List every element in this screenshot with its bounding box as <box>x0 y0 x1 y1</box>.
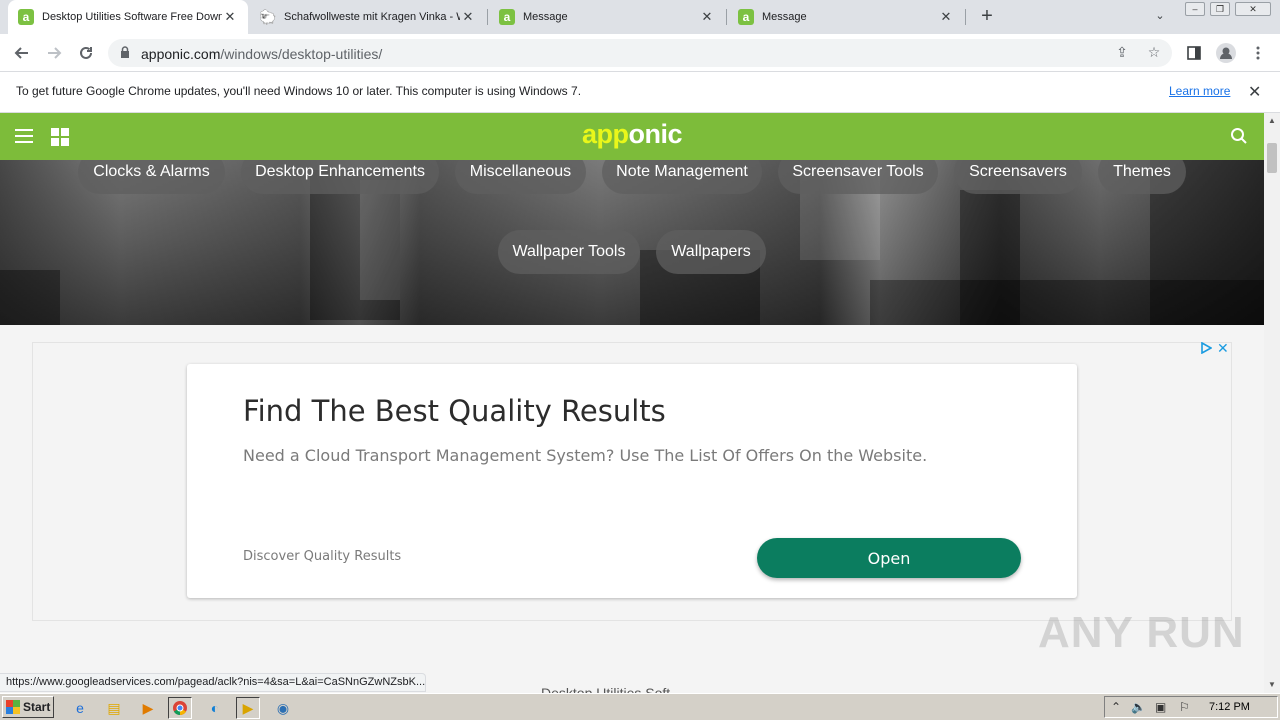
chrome-icon <box>173 701 187 716</box>
side-panel-button[interactable] <box>1182 41 1206 65</box>
anyrun-watermark: ANY RUN <box>1038 608 1245 657</box>
url-path: /windows/desktop-utilities/ <box>220 46 383 62</box>
tab-title: Desktop Utilities Software Free Down <box>42 11 222 23</box>
tab-search-chevron-icon[interactable]: ⌄ <box>1152 9 1168 25</box>
tab-close-icon[interactable]: ✕ <box>460 9 476 25</box>
start-button[interactable]: Start <box>2 696 54 718</box>
tab-close-icon[interactable]: ✕ <box>699 9 715 25</box>
media-taskbar-icon[interactable]: ▶ <box>236 697 260 719</box>
tab-message-2[interactable]: a Message ✕ <box>728 0 964 34</box>
category-pill[interactable]: Miscellaneous <box>455 160 586 194</box>
chrome-taskbar-icon[interactable] <box>168 697 192 719</box>
ad-disclaimer: Discover Quality Results <box>243 549 402 564</box>
learn-more-link[interactable]: Learn more <box>1169 84 1230 98</box>
tab-separator <box>965 9 966 25</box>
browser-toolbar: apponic.com/windows/desktop-utilities/ ⇪… <box>0 34 1280 72</box>
tab-desktop-utilities[interactable]: a Desktop Utilities Software Free Down ✕ <box>8 0 248 34</box>
category-pill[interactable]: Screensaver Tools <box>778 160 938 194</box>
ad-close-icon[interactable]: ✕ <box>1217 340 1229 357</box>
category-pill[interactable]: Screensavers <box>954 160 1082 194</box>
apponic-icon: a <box>499 9 515 25</box>
ad-open-button[interactable]: Open <box>757 538 1021 578</box>
start-label: Start <box>23 700 51 714</box>
logo-part-onic: onic <box>628 119 683 149</box>
forward-arrow-icon <box>48 47 62 59</box>
site-header: apponic <box>0 113 1264 160</box>
category-pill[interactable]: Themes <box>1098 160 1186 194</box>
reload-icon <box>80 46 92 59</box>
scroll-down-arrow-icon[interactable]: ▼ <box>1264 677 1280 693</box>
tab-close-icon[interactable]: ✕ <box>222 9 238 25</box>
infobar-close-icon[interactable]: ✕ <box>1248 82 1261 102</box>
page-scrollbar[interactable]: ▲ ▼ <box>1264 113 1280 693</box>
category-pill[interactable]: Clocks & Alarms <box>78 160 225 194</box>
forward-button[interactable] <box>42 41 66 65</box>
infobar-message: To get future Google Chrome updates, you… <box>16 84 582 98</box>
adchoices-play-icon[interactable] <box>1200 342 1212 354</box>
sheep-icon: 🐑 <box>259 8 277 25</box>
category-hero: Clocks & Alarms Desktop Enhancements Mis… <box>0 160 1264 325</box>
kebab-menu-icon <box>1256 46 1260 60</box>
tab-title: Schafwollweste mit Kragen Vinka - W <box>284 11 460 23</box>
logo-part-app: app <box>581 119 629 149</box>
new-tab-button[interactable]: + <box>976 6 998 28</box>
system-tray: ⌃ 🔈 ▣ ⚐ 7:12 PM <box>1104 696 1278 718</box>
hero-texture <box>0 270 60 325</box>
page-viewport: apponic Clocks & Alarms Desktop Enhancem… <box>0 113 1264 693</box>
profile-button[interactable] <box>1214 41 1238 65</box>
tray-expand-icon[interactable]: ⌃ <box>1111 700 1121 714</box>
taskbar-clock[interactable]: 7:12 PM <box>1209 701 1250 713</box>
address-bar[interactable]: apponic.com/windows/desktop-utilities/ ⇪… <box>108 39 1172 67</box>
hero-texture <box>360 180 400 300</box>
tab-separator <box>487 9 488 25</box>
tab-title: Message <box>762 11 807 23</box>
tab-separator <box>726 9 727 25</box>
share-icon[interactable]: ⇪ <box>1113 44 1131 62</box>
apponic-icon: a <box>18 9 34 25</box>
profile-avatar-icon <box>1216 43 1236 63</box>
search-icon[interactable] <box>1230 127 1248 145</box>
side-panel-icon <box>1187 46 1201 60</box>
restore-button[interactable]: ❐ <box>1210 2 1230 16</box>
tab-strip: a Desktop Utilities Software Free Down ✕… <box>0 0 1280 34</box>
scrollbar-thumb[interactable] <box>1267 143 1277 173</box>
tab-message-1[interactable]: a Message ✕ <box>489 0 725 34</box>
bookmark-star-icon[interactable]: ☆ <box>1145 44 1163 62</box>
apponic-logo[interactable]: apponic <box>0 119 1264 150</box>
chrome-menu-button[interactable] <box>1246 41 1270 65</box>
category-pill[interactable]: Wallpaper Tools <box>498 230 640 274</box>
network-icon[interactable]: ▣ <box>1155 700 1166 714</box>
file-explorer-icon[interactable]: ▤ <box>102 697 126 719</box>
windows-taskbar: Start e ▤ ▶ ◐ ▶ ◉ ⌃ 🔈 ▣ ⚐ 7:12 PM <box>0 693 1280 720</box>
edge-icon[interactable]: ◐ <box>203 697 227 719</box>
ad-description: Need a Cloud Transport Management System… <box>243 446 928 465</box>
tab-schafwollweste[interactable]: 🐑 Schafwollweste mit Kragen Vinka - W ✕ <box>250 0 486 34</box>
back-arrow-icon <box>14 47 28 59</box>
url-host: apponic.com <box>141 46 221 62</box>
tab-close-icon[interactable]: ✕ <box>938 9 954 25</box>
windows-flag-icon <box>6 700 20 714</box>
volume-icon[interactable]: 🔈 <box>1131 700 1146 714</box>
close-window-button[interactable]: ✕ <box>1235 2 1271 16</box>
media-player-icon[interactable]: ▶ <box>136 697 160 719</box>
tab-title: Message <box>523 11 568 23</box>
apponic-icon: a <box>738 9 754 25</box>
action-center-flag-icon[interactable]: ⚐ <box>1179 700 1190 714</box>
internet-explorer-icon[interactable]: e <box>68 697 92 719</box>
url-text[interactable]: apponic.com/windows/desktop-utilities/ <box>141 46 382 62</box>
ad-title[interactable]: Find The Best Quality Results <box>243 394 666 428</box>
back-button[interactable] <box>10 41 34 65</box>
category-pill[interactable]: Desktop Enhancements <box>241 160 439 194</box>
network-app-icon[interactable]: ◉ <box>271 697 295 719</box>
link-status-bubble: https://www.googleadservices.com/pagead/… <box>0 673 426 692</box>
lock-icon[interactable] <box>120 46 130 58</box>
category-pill[interactable]: Note Management <box>602 160 762 194</box>
minimize-button[interactable]: – <box>1185 2 1205 16</box>
category-pill[interactable]: Wallpapers <box>656 230 766 274</box>
section-heading-peek: Desktop Utilities Soft... <box>541 685 682 693</box>
scroll-up-arrow-icon[interactable]: ▲ <box>1264 113 1280 129</box>
ad-card[interactable]: Find The Best Quality Results Need a Clo… <box>187 364 1077 598</box>
update-infobar: To get future Google Chrome updates, you… <box>0 72 1280 113</box>
reload-button[interactable] <box>74 41 98 65</box>
